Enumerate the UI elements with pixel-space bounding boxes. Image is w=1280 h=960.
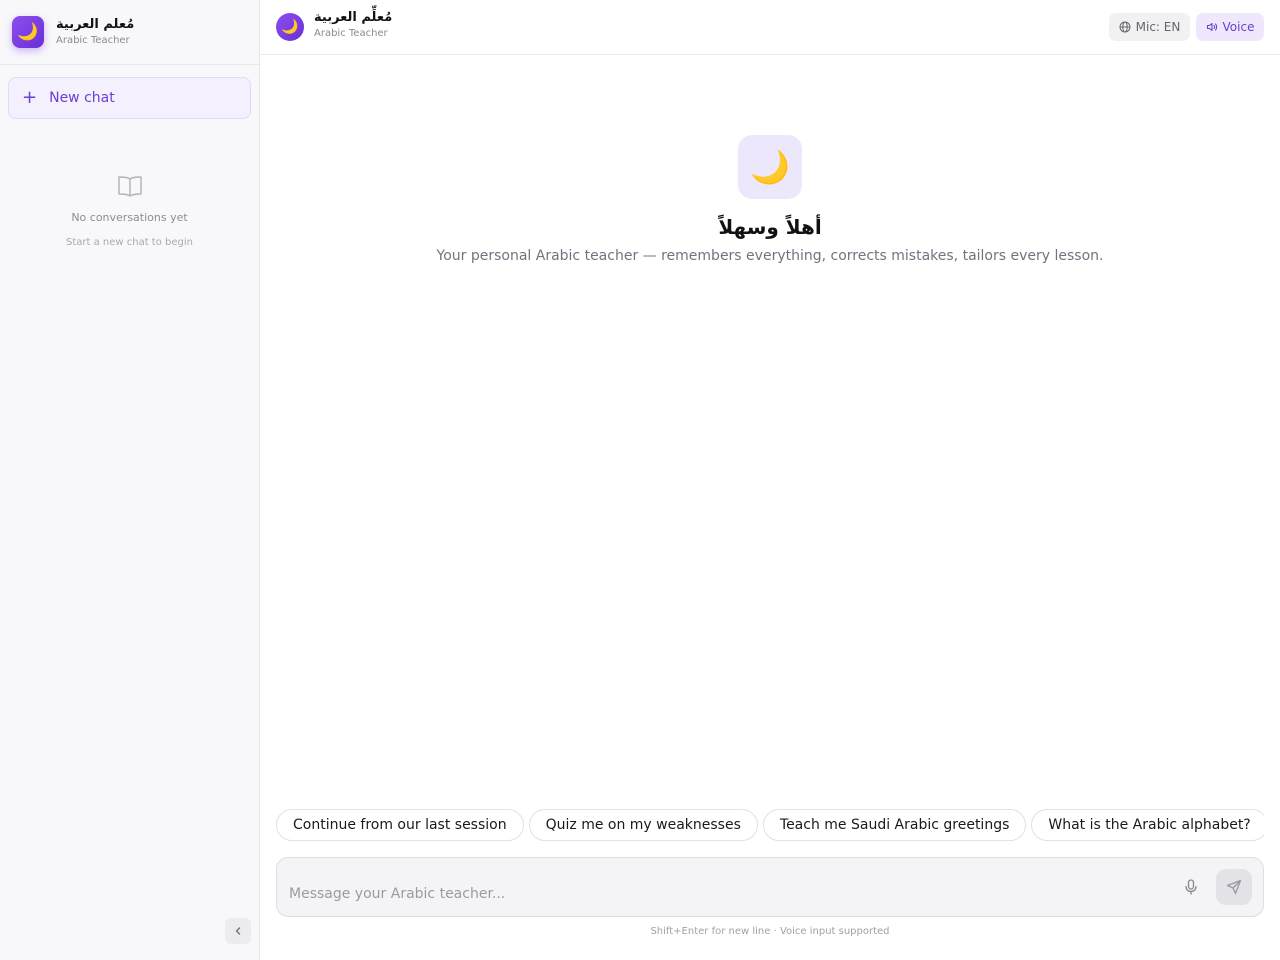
plus-icon: + [22, 87, 38, 108]
empty-conversations: No conversations yet Start a new chat to… [0, 174, 259, 248]
suggestion-chips: Continue from our last session Quiz me on… [276, 809, 1264, 841]
new-chat-button[interactable]: + New chat [8, 77, 251, 119]
sidebar-header: 🌙 مُعلم العربية Arabic Teacher [0, 0, 259, 65]
microphone-icon[interactable] [1183, 878, 1199, 896]
moon-icon: 🌙 [17, 22, 39, 42]
empty-title: No conversations yet [71, 211, 188, 224]
brand-title-arabic: مُعلم العربية [56, 17, 135, 32]
sidebar: 🌙 مُعلم العربية Arabic Teacher + New cha… [0, 0, 260, 960]
empty-subtitle: Start a new chat to begin [65, 237, 193, 248]
new-chat-label: New chat [49, 90, 115, 106]
suggestion-chip[interactable]: Continue from our last session [276, 809, 524, 841]
message-input[interactable] [289, 886, 1169, 902]
send-icon [1226, 879, 1242, 895]
suggestion-chip[interactable]: Teach me Saudi Arabic greetings [762, 809, 1027, 841]
composer-hint: Shift+Enter for new line · Voice input s… [650, 926, 890, 937]
header-title-english: Arabic Teacher [314, 28, 388, 39]
chevron-left-icon [235, 927, 241, 935]
app-logo: 🌙 [12, 16, 44, 48]
voice-label: Voice [1222, 20, 1255, 34]
moon-icon: 🌙 [281, 19, 299, 35]
speaker-icon [1206, 22, 1217, 32]
welcome-subtitle: Your personal Arabic teacher — remembers… [436, 248, 1104, 264]
suggestion-chip[interactable]: What is the Arabic alphabet? [1031, 809, 1264, 841]
top-bar: 🌙 مُعلِّم العربية Arabic Teacher Mic: EN… [260, 0, 1280, 55]
main-panel: 🌙 مُعلِّم العربية Arabic Teacher Mic: EN… [260, 0, 1280, 960]
brand-title-english: Arabic Teacher [56, 35, 130, 46]
moon-icon: 🌙 [750, 148, 790, 186]
voice-toggle-button[interactable]: Voice [1196, 13, 1264, 41]
header-brand: مُعلِّم العربية Arabic Teacher [314, 11, 392, 39]
suggestion-chip[interactable]: Quiz me on my weaknesses [528, 809, 758, 841]
collapse-sidebar-button[interactable] [225, 918, 251, 944]
mic-language-button[interactable]: Mic: EN [1109, 13, 1190, 41]
header-title-arabic: مُعلِّم العربية [314, 10, 393, 25]
book-open-icon [117, 176, 142, 197]
header-logo: 🌙 [276, 13, 304, 41]
message-composer [276, 857, 1264, 917]
globe-icon [1119, 21, 1131, 33]
send-button[interactable] [1216, 869, 1252, 905]
hero-logo: 🌙 [738, 135, 802, 199]
mic-language-label: Mic: EN [1135, 20, 1181, 34]
brand: مُعلم العربية Arabic Teacher [56, 18, 134, 46]
welcome-title: أهلاً وسهلاً [718, 215, 822, 239]
